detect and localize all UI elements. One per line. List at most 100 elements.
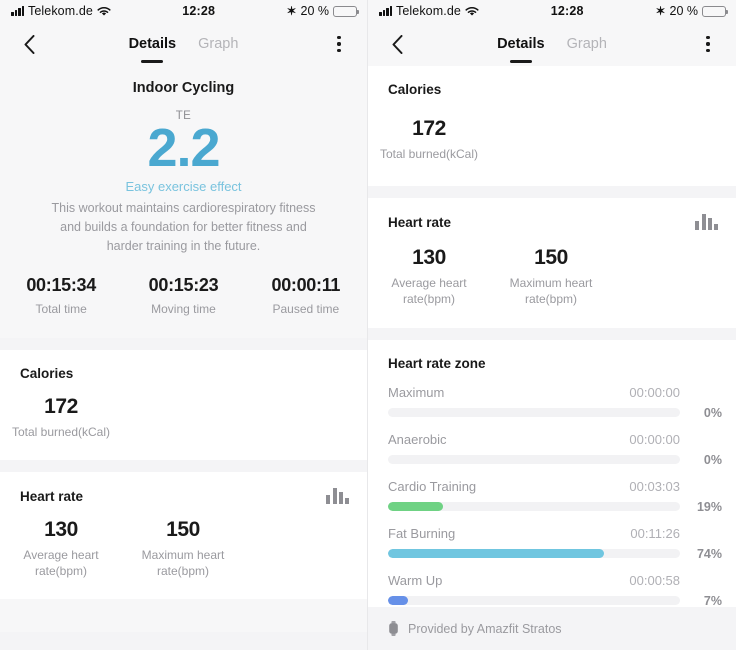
paused-time-caption: Paused time	[272, 301, 340, 316]
carrier-label: Telekom.de	[396, 4, 461, 18]
heart-rate-metrics: 130 Average heart rate(bpm) 150 Maximum …	[368, 230, 736, 327]
back-chevron-icon[interactable]	[14, 29, 44, 59]
max-heart-rate-caption: Maximum heart rate(bpm)	[141, 548, 225, 579]
zone-percent: 74%	[696, 546, 722, 561]
avg-heart-rate-metric: 130 Average heart rate(bpm)	[0, 518, 122, 579]
battery-icon	[702, 5, 728, 17]
zone-name: Fat Burning	[388, 525, 456, 541]
training-effect-hero: Indoor Cycling TE 2.2 Easy exercise effe…	[0, 66, 367, 257]
avg-heart-rate-caption: Average heart rate(bpm)	[23, 548, 99, 579]
calories-value: 172	[412, 117, 446, 140]
kebab-menu-icon[interactable]	[325, 30, 353, 58]
cellular-signal-icon	[379, 6, 392, 16]
te-effect-label: Easy exercise effect	[125, 178, 242, 194]
tab-bar: Details Graph	[0, 22, 367, 66]
heart-rate-card: Heart rate 130 Average heart rate(bpm) 1…	[0, 472, 367, 600]
bluetooth-icon: ✶	[655, 4, 666, 18]
kebab-menu-icon[interactable]	[694, 30, 722, 58]
section-divider	[368, 186, 736, 199]
nav-bar: Details Graph	[368, 22, 736, 66]
calories-metrics: 172 Total burned(kCal)	[368, 97, 736, 186]
status-bar-right: ✶ 20 %	[286, 4, 359, 18]
wifi-icon	[97, 6, 111, 16]
zone-progress-fill	[388, 502, 444, 512]
stat-total-time: 00:15:34 Total time	[0, 275, 122, 316]
provided-by-label: Provided by Amazfit Stratos	[408, 621, 562, 636]
bar-chart-icon[interactable]	[695, 214, 718, 231]
carrier-label: Telekom.de	[28, 4, 93, 18]
workout-type-title: Indoor Cycling	[132, 80, 235, 96]
heart-rate-zone-list: Maximum 00:00:00 0% Anaerobic 00:00:00 0…	[368, 371, 736, 620]
section-divider	[0, 337, 367, 350]
heart-rate-header: Heart rate	[368, 198, 736, 231]
section-divider	[368, 327, 736, 340]
calories-title: Calories	[388, 82, 442, 97]
paused-time-value: 00:00:11	[271, 274, 341, 295]
zone-header: Anaerobic 00:00:00	[388, 432, 722, 447]
zone-row: Warm Up 00:00:58 7%	[388, 563, 722, 610]
provided-by-footer: Provided by Amazfit Stratos	[368, 607, 736, 650]
zone-row: Anaerobic 00:00:00 0%	[388, 422, 722, 469]
stat-moving-time: 00:15:23 Moving time	[122, 275, 244, 316]
tab-graph[interactable]: Graph	[198, 36, 238, 52]
tab-details[interactable]: Details	[129, 36, 177, 52]
tab-details[interactable]: Details	[497, 36, 545, 52]
zone-bar-row: 0%	[388, 406, 722, 420]
heart-rate-zone-card: Heart rate zone Maximum 00:00:00 0% Anae…	[368, 339, 736, 620]
status-bar-right: ✶ 20 %	[655, 4, 728, 18]
tab-graph[interactable]: Graph	[567, 36, 607, 52]
zone-name: Anaerobic	[388, 431, 447, 447]
zone-time: 00:11:26	[630, 525, 680, 541]
battery-percent-label: 20 %	[669, 4, 699, 18]
avg-heart-rate-value: 130	[44, 518, 78, 541]
zone-bar-row: 7%	[388, 594, 722, 608]
avg-heart-rate-caption: Average heart rate(bpm)	[391, 276, 467, 307]
zone-progress-track	[388, 549, 680, 559]
tab-bar: Details Graph	[368, 22, 736, 66]
zone-progress-track	[388, 455, 680, 465]
stat-paused-time: 00:00:11 Paused time	[245, 275, 367, 316]
te-value: 2.2	[147, 118, 220, 178]
zone-percent: 19%	[696, 499, 722, 514]
heart-rate-header: Heart rate	[0, 472, 367, 504]
section-divider	[0, 632, 367, 650]
left-screen: Telekom.de 12:28 ✶ 20 % Details Graph In…	[0, 0, 368, 650]
zone-progress-track	[388, 408, 680, 418]
heart-rate-title: Heart rate	[20, 488, 84, 504]
zone-header: Fat Burning 00:11:26	[388, 526, 722, 541]
max-heart-rate-caption: Maximum heart rate(bpm)	[509, 276, 593, 307]
status-bar: Telekom.de 12:28 ✶ 20 %	[0, 0, 367, 22]
zone-name: Maximum	[388, 384, 445, 400]
zone-time: 00:03:03	[629, 478, 680, 494]
zone-time: 00:00:58	[629, 572, 680, 588]
battery-icon	[333, 5, 359, 17]
zone-time: 00:00:00	[629, 431, 680, 447]
watch-device-icon	[389, 621, 398, 636]
max-heart-rate-metric: 150 Maximum heart rate(bpm)	[490, 246, 612, 307]
clock-label: 12:28	[182, 4, 216, 18]
moving-time-value: 00:15:23	[148, 274, 219, 295]
zone-bar-row: 74%	[388, 547, 722, 561]
avg-heart-rate-value: 130	[412, 246, 446, 270]
avg-heart-rate-metric: 130 Average heart rate(bpm)	[368, 246, 490, 307]
calories-card: Calories 172 Total burned(kCal)	[0, 349, 367, 460]
bluetooth-icon: ✶	[286, 4, 297, 18]
calories-title: Calories	[20, 365, 74, 381]
calories-metric: 172 Total burned(kCal)	[0, 395, 122, 440]
zone-row: Fat Burning 00:11:26 74%	[388, 516, 722, 563]
bar-chart-icon[interactable]	[326, 488, 349, 504]
zone-header: Cardio Training 00:03:03	[388, 479, 722, 494]
te-description: This workout maintains cardiorespiratory…	[51, 200, 316, 254]
total-time-value: 00:15:34	[26, 274, 96, 295]
status-bar: Telekom.de 12:28 ✶ 20 %	[368, 0, 736, 22]
zone-row: Maximum 00:00:00 0%	[388, 375, 722, 422]
heart-rate-card: Heart rate 130 Average heart rate(bpm) 1…	[368, 198, 736, 328]
heart-rate-title: Heart rate	[388, 214, 452, 230]
zone-time: 00:00:00	[629, 384, 680, 400]
heart-rate-zone-title: Heart rate zone	[388, 355, 486, 371]
back-chevron-icon[interactable]	[382, 29, 412, 59]
wifi-icon	[465, 6, 479, 16]
zone-bar-row: 0%	[388, 453, 722, 467]
calories-value: 172	[44, 394, 78, 418]
zone-progress-fill	[388, 549, 605, 559]
